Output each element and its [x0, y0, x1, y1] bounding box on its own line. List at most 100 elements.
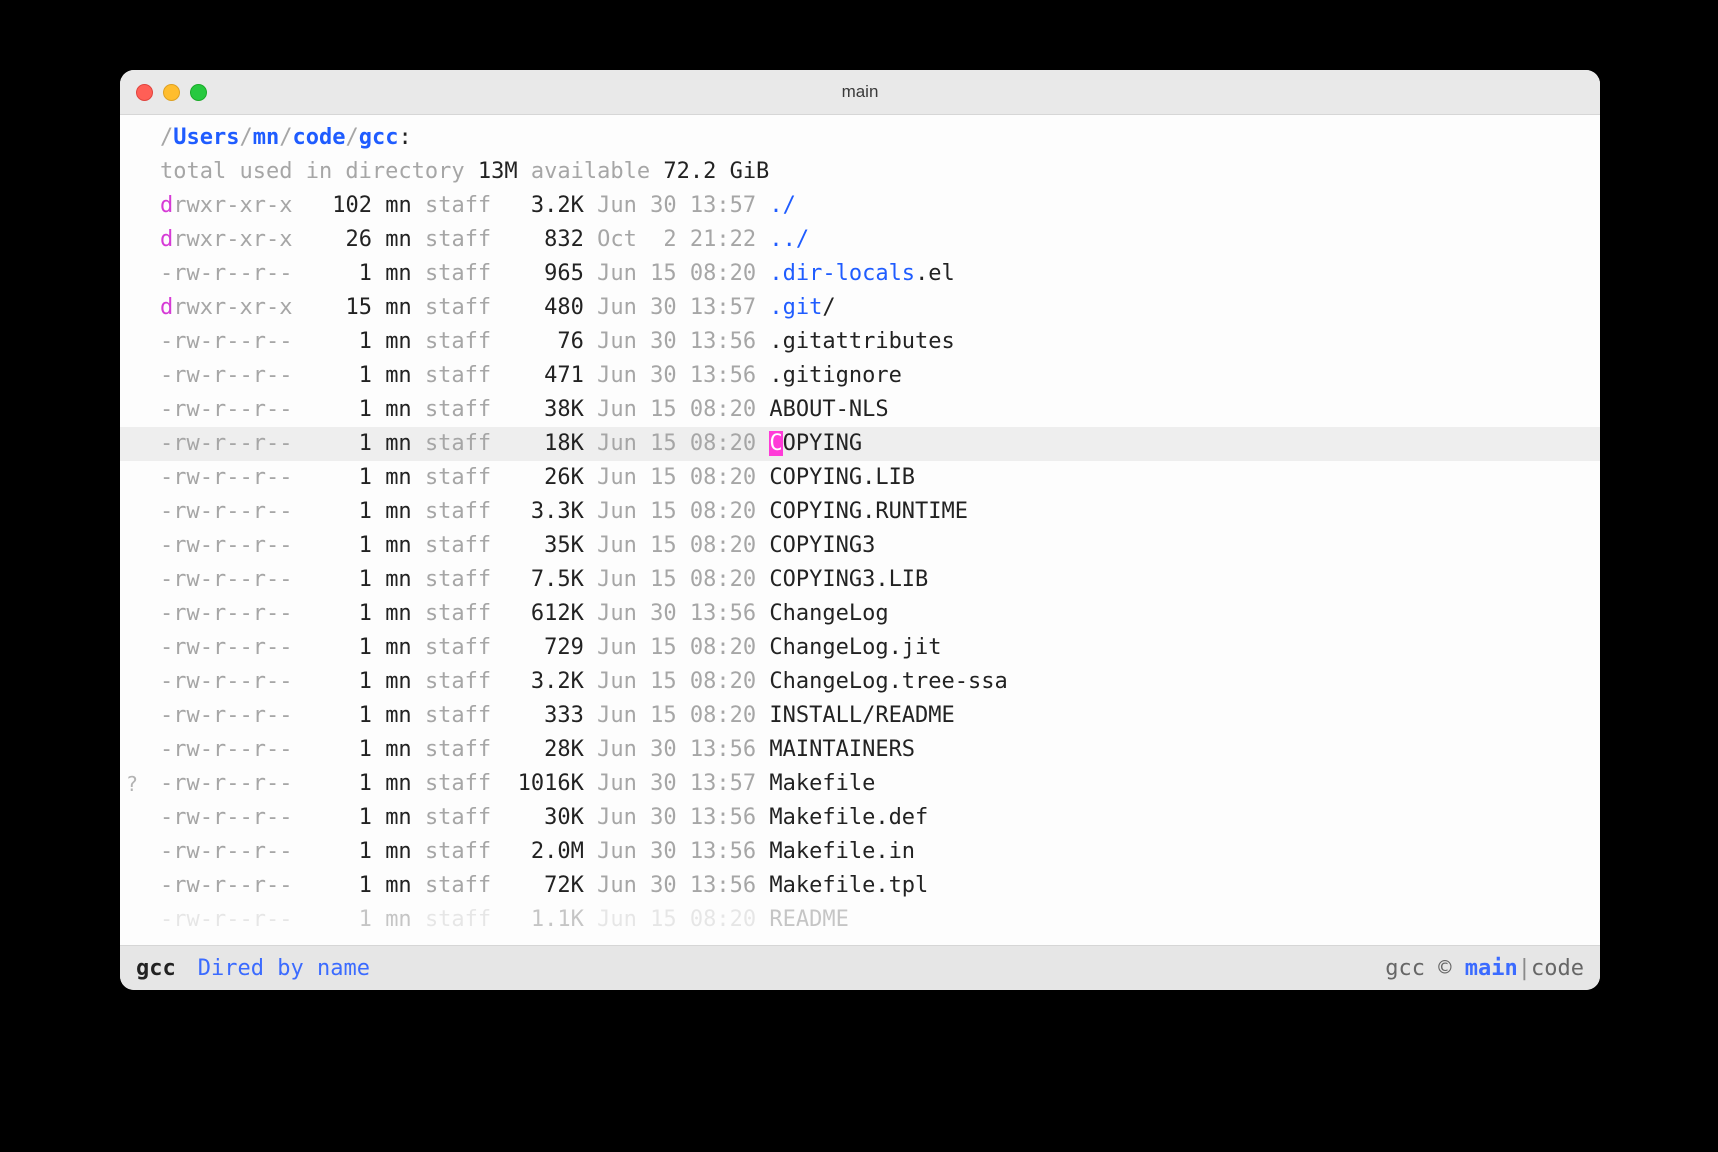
file-name[interactable]: COPYING.LIB — [769, 465, 915, 490]
file-name[interactable]: ChangeLog — [769, 601, 888, 626]
modeline-buffer-name[interactable]: gcc — [136, 956, 176, 981]
size: 333 — [504, 703, 583, 728]
file-name[interactable]: .dir-locals — [769, 261, 915, 286]
group: staff — [425, 873, 491, 898]
path-sep: / — [345, 125, 358, 150]
dired-row[interactable]: -rw-r--r-- 1 mn staff 2.0M Jun 30 13:56 … — [120, 835, 1600, 869]
links: 1 — [306, 635, 372, 660]
file-name[interactable]: Makefile.in — [769, 839, 915, 864]
file-name[interactable]: ChangeLog.jit — [769, 635, 941, 660]
dired-row[interactable]: -rw-r--r-- 1 mn staff 1.1K Jun 15 08:20 … — [120, 903, 1600, 937]
dired-row[interactable]: -rw-r--r-- 1 mn staff 333 Jun 15 08:20 I… — [120, 699, 1600, 733]
owner: mn — [385, 397, 412, 422]
dired-row[interactable]: drwxr-xr-x 26 mn staff 832 Oct 2 21:22 .… — [120, 223, 1600, 257]
file-name[interactable]: README — [769, 907, 848, 932]
modeline: gcc Dired by name gcc © main | code — [120, 945, 1600, 990]
file-name[interactable]: .gitattributes — [769, 329, 954, 354]
owner: mn — [385, 771, 412, 796]
dired-row[interactable]: -rw-r--r-- 1 mn staff 3.2K Jun 15 08:20 … — [120, 665, 1600, 699]
close-icon[interactable] — [136, 84, 153, 101]
file-name[interactable]: COPYING3.LIB — [769, 567, 928, 592]
file-name[interactable]: Makefile.tpl — [769, 873, 928, 898]
date: Jun 30 13:57 — [597, 193, 756, 218]
header-used: 13M — [478, 159, 518, 184]
file-name[interactable]: OPYING — [783, 431, 862, 456]
links: 1 — [306, 873, 372, 898]
dired-row[interactable]: drwxr-xr-x 15 mn staff 480 Jun 30 13:57 … — [120, 291, 1600, 325]
links: 1 — [306, 907, 372, 932]
owner: mn — [385, 465, 412, 490]
dired-row[interactable]: -rw-r--r-- 1 mn staff 471 Jun 30 13:56 .… — [120, 359, 1600, 393]
dired-row[interactable]: -rw-r--r-- 1 mn staff 3.3K Jun 15 08:20 … — [120, 495, 1600, 529]
links: 1 — [306, 533, 372, 558]
dired-row[interactable]: -rw-r--r-- 1 mn staff 612K Jun 30 13:56 … — [120, 597, 1600, 631]
path-part[interactable]: mn — [253, 125, 280, 150]
modeline-vc-branch[interactable]: main — [1465, 956, 1518, 981]
modeline-major-mode[interactable]: Dired by name — [198, 956, 370, 981]
header-avail: 72.2 GiB — [663, 159, 769, 184]
window-title: main — [120, 82, 1600, 102]
file-name[interactable]: .git — [769, 295, 822, 320]
fringe-indicator: ? — [126, 767, 138, 801]
links: 1 — [306, 703, 372, 728]
owner: mn — [385, 499, 412, 524]
file-name[interactable]: ABOUT-NLS — [769, 397, 888, 422]
dired-row[interactable]: ?-rw-r--r-- 1 mn staff 1016K Jun 30 13:5… — [120, 767, 1600, 801]
date: Jun 15 08:20 — [597, 669, 756, 694]
perm-dir-flag: d — [160, 193, 173, 218]
group: staff — [425, 771, 491, 796]
size: 729 — [504, 635, 583, 660]
owner: mn — [385, 533, 412, 558]
owner: mn — [385, 669, 412, 694]
size: 35K — [504, 533, 583, 558]
dired-row[interactable]: -rw-r--r-- 1 mn staff 729 Jun 15 08:20 C… — [120, 631, 1600, 665]
minimize-icon[interactable] — [163, 84, 180, 101]
dired-row[interactable]: -rw-r--r-- 1 mn staff 28K Jun 30 13:56 M… — [120, 733, 1600, 767]
perm-bits: -rw-r--r-- — [160, 567, 292, 592]
path-part[interactable]: gcc — [359, 125, 399, 150]
dired-row[interactable]: -rw-r--r-- 1 mn staff 35K Jun 15 08:20 C… — [120, 529, 1600, 563]
dired-row[interactable]: -rw-r--r-- 1 mn staff 965 Jun 15 08:20 .… — [120, 257, 1600, 291]
dired-row[interactable]: -rw-r--r-- 1 mn staff 26K Jun 15 08:20 C… — [120, 461, 1600, 495]
date: Jun 15 08:20 — [597, 465, 756, 490]
size: 480 — [504, 295, 583, 320]
group: staff — [425, 839, 491, 864]
dired-row[interactable]: drwxr-xr-x 102 mn staff 3.2K Jun 30 13:5… — [120, 189, 1600, 223]
perm-dir-flag: d — [160, 295, 173, 320]
file-name[interactable]: MAINTAINERS — [769, 737, 915, 762]
owner: mn — [385, 227, 412, 252]
file-name[interactable]: INSTALL/README — [769, 703, 954, 728]
file-name[interactable]: ChangeLog.tree-ssa — [769, 669, 1007, 694]
group: staff — [425, 397, 491, 422]
file-name[interactable]: COPYING3 — [769, 533, 875, 558]
file-name[interactable]: .gitignore — [769, 363, 901, 388]
dired-buffer[interactable]: /Users/mn/code/gcc:total used in directo… — [120, 115, 1600, 945]
group: staff — [425, 737, 491, 762]
file-name[interactable]: COPYING.RUNTIME — [769, 499, 968, 524]
dired-row[interactable]: -rw-r--r-- 1 mn staff 7.5K Jun 15 08:20 … — [120, 563, 1600, 597]
path-part[interactable]: Users — [173, 125, 239, 150]
zoom-icon[interactable] — [190, 84, 207, 101]
file-name[interactable]: ./ — [769, 193, 796, 218]
perm-bits: -rw-r--r-- — [160, 771, 292, 796]
group: staff — [425, 465, 491, 490]
dired-row[interactable]: -rw-r--r-- 1 mn staff 18K Jun 15 08:20 C… — [120, 427, 1600, 461]
file-name[interactable]: Makefile.def — [769, 805, 928, 830]
size: 72K — [504, 873, 583, 898]
links: 1 — [306, 567, 372, 592]
dired-row[interactable]: -rw-r--r-- 1 mn staff 72K Jun 30 13:56 M… — [120, 869, 1600, 903]
file-name[interactable]: ../ — [769, 227, 809, 252]
date: Jun 30 13:56 — [597, 737, 756, 762]
group: staff — [425, 907, 491, 932]
owner: mn — [385, 635, 412, 660]
file-name[interactable]: Makefile — [769, 771, 875, 796]
modeline-vc-project: gcc — [1385, 956, 1425, 981]
size: 832 — [504, 227, 583, 252]
dired-path: /Users/mn/code/gcc: — [120, 121, 1600, 155]
path-part[interactable]: code — [292, 125, 345, 150]
dired-row[interactable]: -rw-r--r-- 1 mn staff 76 Jun 30 13:56 .g… — [120, 325, 1600, 359]
dired-row[interactable]: -rw-r--r-- 1 mn staff 30K Jun 30 13:56 M… — [120, 801, 1600, 835]
links: 1 — [306, 363, 372, 388]
dired-row[interactable]: -rw-r--r-- 1 mn staff 38K Jun 15 08:20 A… — [120, 393, 1600, 427]
date: Jun 30 13:56 — [597, 329, 756, 354]
